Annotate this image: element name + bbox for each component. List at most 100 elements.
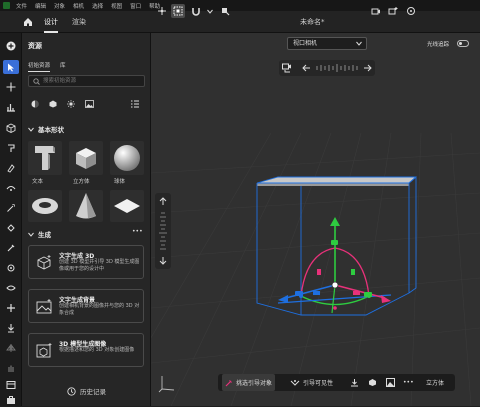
- sphere-shape-icon: [114, 145, 140, 171]
- move-tool-icon[interactable]: [3, 80, 19, 94]
- model-filter-icon[interactable]: [48, 99, 58, 109]
- document-title: 未命名*: [300, 18, 325, 26]
- tab-starter-assets[interactable]: 初始资源: [28, 61, 51, 72]
- list-view-icon[interactable]: [130, 99, 140, 109]
- toolbox-icon[interactable]: [3, 393, 19, 407]
- pick-lead-object-label: 挑选引导对象: [236, 380, 273, 387]
- import-button[interactable]: [350, 374, 359, 391]
- arrow-down-icon[interactable]: [159, 256, 167, 265]
- image-icon: [386, 378, 395, 387]
- magnet-icon[interactable]: [189, 4, 203, 18]
- link-tool-icon[interactable]: [3, 261, 19, 275]
- history-button[interactable]: 历史记录: [22, 383, 151, 399]
- cube-shape-label: 立方体: [73, 179, 90, 185]
- chevron-down-icon: [356, 41, 362, 46]
- arrow-left-icon[interactable]: [302, 64, 311, 72]
- drop-to-ground-icon[interactable]: [218, 4, 232, 18]
- tab-design[interactable]: 设计: [44, 17, 58, 33]
- pen-tool-icon[interactable]: [3, 161, 19, 175]
- orbit-dial-icon[interactable]: [315, 63, 359, 73]
- cone-shape-tile[interactable]: [69, 190, 103, 222]
- guide-visibility-button[interactable]: 引导可见性: [290, 374, 333, 391]
- material-filter-icon[interactable]: [30, 99, 40, 109]
- search-placeholder: 搜索初始资源: [43, 78, 77, 84]
- add-icon[interactable]: [3, 39, 19, 53]
- panel-title: 资源: [28, 42, 42, 50]
- mirror-tool-icon[interactable]: [3, 341, 19, 355]
- basic-shapes-header[interactable]: 基本形状: [28, 124, 64, 134]
- generate-more-button[interactable]: •••: [132, 228, 143, 235]
- scene-canvas: [256, 176, 417, 316]
- home-icon[interactable]: [22, 16, 34, 28]
- camera-nav-bar: [279, 60, 375, 76]
- image-filter-icon[interactable]: [84, 99, 94, 109]
- transform-icon[interactable]: [155, 4, 169, 18]
- camera-view-icon[interactable]: [282, 63, 293, 73]
- fill-tool-icon[interactable]: [3, 221, 19, 235]
- text-to-3d-card[interactable]: 文字生成 3D 创建 3D 模型并引导 3D 模型生成图像或用于您的设计中: [28, 245, 144, 279]
- model-to-image-card[interactable]: 3D 模型生成图像 根据描述和您的 3D 对象创建图像: [28, 333, 144, 367]
- transform-gizmo[interactable]: [277, 217, 392, 314]
- cube-shape-icon: [76, 148, 96, 169]
- image-button[interactable]: [386, 374, 395, 391]
- light-tool-icon[interactable]: [3, 181, 19, 195]
- cube-object-button[interactable]: 立方体: [426, 374, 444, 391]
- menu-file[interactable]: 文件: [12, 2, 31, 10]
- shape-tool-icon[interactable]: [3, 281, 19, 295]
- wand-tool-icon[interactable]: [3, 201, 19, 215]
- world-axis-icon: [158, 376, 175, 393]
- plane-shape-tile[interactable]: [110, 190, 144, 222]
- download-tool-icon[interactable]: [3, 321, 19, 335]
- generate-header[interactable]: 生成: [28, 229, 51, 239]
- tab-library[interactable]: 库: [60, 61, 66, 69]
- menu-window[interactable]: 窗口: [126, 2, 145, 10]
- sphere-shape-tile[interactable]: [110, 141, 144, 175]
- menu-camera[interactable]: 相机: [69, 2, 88, 10]
- search-input[interactable]: 搜索初始资源: [28, 75, 145, 87]
- text-to-background-icon: [36, 299, 52, 314]
- text-to-background-card[interactable]: 文字生成背景 创建相机背景的图像并与您的 3D 对象合成: [28, 289, 144, 323]
- guide-visibility-label: 引导可见性: [303, 380, 334, 387]
- camera-bookmark-icon[interactable]: [369, 4, 383, 18]
- torus-shape-icon: [32, 198, 58, 214]
- tab-render[interactable]: 渲染: [72, 17, 86, 27]
- basic-shapes-title: 基本形状: [38, 126, 64, 134]
- text-shape-tile[interactable]: [28, 141, 62, 175]
- paint-tool-icon[interactable]: [3, 141, 19, 155]
- arrow-up-icon[interactable]: [159, 197, 167, 206]
- zoom-dial-icon[interactable]: [158, 211, 168, 251]
- camera-add-icon[interactable]: [386, 4, 400, 18]
- text-to-3d-desc: 创建 3D 模型并引导 3D 模型生成图像或用于您的设计中: [59, 259, 140, 272]
- select-tool-icon[interactable]: [3, 60, 19, 74]
- object-icon: [369, 379, 376, 386]
- hand-tool-icon[interactable]: [3, 361, 19, 375]
- plane-shape-icon: [114, 199, 140, 213]
- raytrace-toggle[interactable]: [457, 40, 469, 47]
- cube-object-label: 立方体: [426, 380, 445, 387]
- selected-cube[interactable]: [256, 176, 417, 316]
- torus-shape-tile[interactable]: [28, 190, 62, 222]
- menu-select[interactable]: 选择: [88, 2, 107, 10]
- arrow-right-icon[interactable]: [363, 64, 372, 72]
- menu-object[interactable]: 对象: [50, 2, 69, 10]
- magnet-dropdown-icon[interactable]: [203, 4, 217, 18]
- viewport[interactable]: [151, 33, 480, 406]
- chevron-down-icon: [28, 232, 34, 237]
- pick-lead-object-button[interactable]: 挑选引导对象: [222, 374, 276, 391]
- chart-tool-icon[interactable]: [3, 100, 19, 114]
- cube-shape-tile[interactable]: [69, 141, 103, 175]
- more-button[interactable]: •••: [403, 374, 414, 391]
- cube-tool-icon[interactable]: [3, 121, 19, 135]
- brush-tool-icon[interactable]: [3, 241, 19, 255]
- settings-icon[interactable]: [404, 4, 418, 18]
- menu-view[interactable]: 视图: [107, 2, 126, 10]
- plus-tool-icon[interactable]: [3, 301, 19, 315]
- text-to-background-desc: 创建相机背景的图像并与您的 3D 对象合成: [59, 303, 140, 316]
- snap-icon[interactable]: [171, 4, 185, 18]
- panel-tool-icon[interactable]: [3, 378, 19, 392]
- menu-edit[interactable]: 编辑: [31, 2, 50, 10]
- camera-select[interactable]: 视口相机: [287, 37, 367, 50]
- light-filter-icon[interactable]: [66, 99, 76, 109]
- object-button[interactable]: [368, 374, 377, 391]
- model-to-image-icon: [36, 343, 52, 358]
